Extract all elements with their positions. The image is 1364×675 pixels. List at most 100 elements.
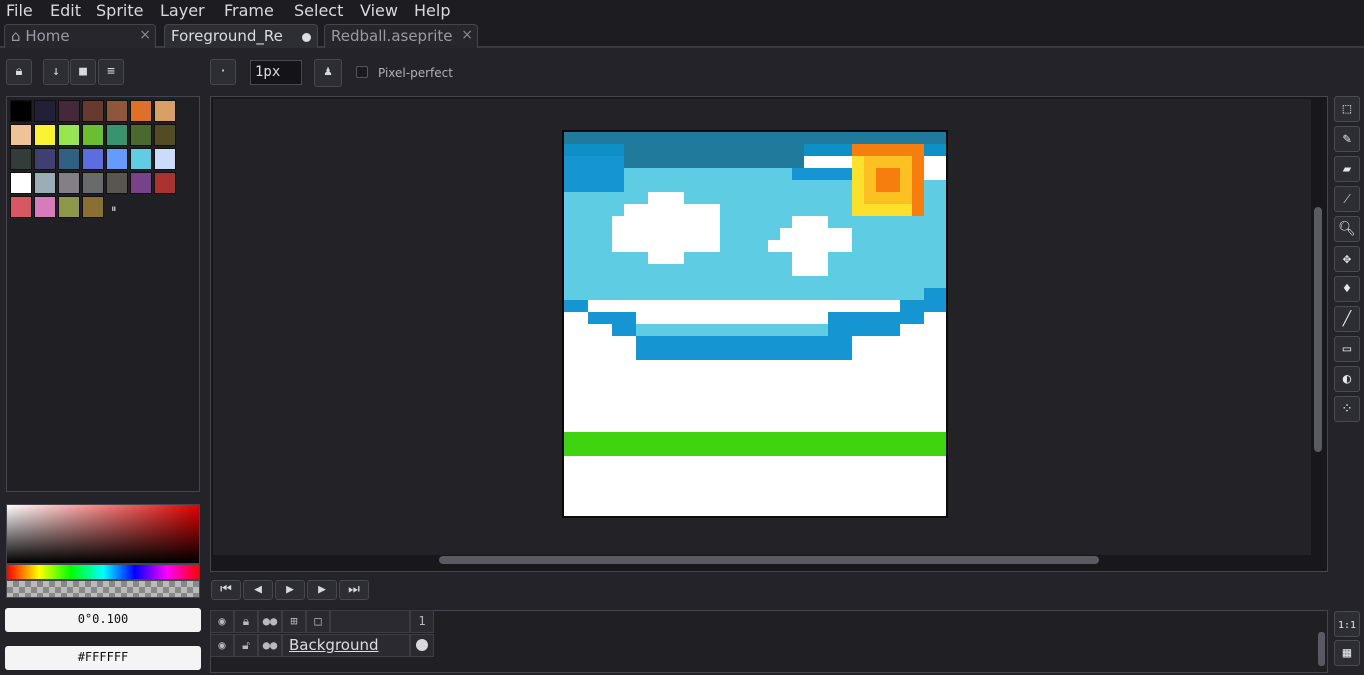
palette-swatch[interactable]	[82, 124, 104, 146]
palette-swatch[interactable]	[130, 172, 152, 194]
rectangle-tool[interactable]: ▭	[1334, 336, 1360, 362]
menu-view[interactable]: View	[360, 1, 398, 20]
brush-size-input[interactable]: 1px	[250, 60, 302, 85]
ink-type-button[interactable]: ♟	[314, 59, 342, 87]
horizontal-scrollbar[interactable]	[439, 556, 1099, 564]
menu-file[interactable]: File	[6, 1, 33, 20]
palette-swatch[interactable]	[10, 124, 32, 146]
palette-swatch[interactable]	[34, 196, 56, 218]
timeline-toggle-button[interactable]: ▦	[1334, 640, 1360, 666]
move-tool[interactable]: ✥	[1334, 246, 1360, 272]
palette-swatch[interactable]	[106, 148, 128, 170]
prev-frame-button[interactable]: ◀	[243, 580, 273, 600]
palette-swatch[interactable]	[58, 124, 80, 146]
lock-header-icon[interactable]: 🔒︎	[234, 610, 258, 633]
pencil-icon: ✎	[1342, 131, 1352, 147]
hex-color-field[interactable]: #FFFFFF	[5, 646, 201, 670]
fill-tool[interactable]: ♦	[1334, 276, 1360, 302]
visibility-header-icon[interactable]: ◉	[210, 610, 234, 633]
palette-swatch[interactable]	[34, 100, 56, 122]
menu-layer[interactable]: Layer	[160, 1, 205, 20]
brush-type-button[interactable]: ·	[210, 59, 236, 85]
palette-swatch[interactable]	[58, 172, 80, 194]
tab-label: Foreground_Re	[171, 27, 283, 45]
close-icon[interactable]: ×	[461, 27, 473, 43]
palette-swatch[interactable]	[10, 196, 32, 218]
palette-swatch[interactable]	[58, 196, 80, 218]
zoom-1-1-button[interactable]: 1:1	[1334, 611, 1360, 637]
palette-swatch[interactable]	[130, 148, 152, 170]
tab-home[interactable]: ⌂ Home ×	[4, 24, 156, 48]
palette-swatch[interactable]	[34, 148, 56, 170]
palette-menu-button[interactable]: ≡	[98, 59, 124, 85]
new-layer-icon[interactable]: □	[306, 610, 330, 633]
cel-frame-1[interactable]	[410, 634, 434, 657]
eyedropper-tool[interactable]: ⁄	[1334, 186, 1360, 212]
layer-visibility-icon[interactable]: ◉	[210, 634, 234, 657]
first-frame-button[interactable]: ⏮	[211, 580, 241, 600]
alpha-slider[interactable]	[6, 580, 200, 598]
palette-sort-button[interactable]: ↓	[43, 59, 69, 85]
palette-swatch[interactable]	[154, 172, 176, 194]
next-frame-button[interactable]: ▶	[307, 580, 337, 600]
palette-swatch[interactable]	[82, 196, 104, 218]
move-icon: ✥	[1342, 251, 1352, 267]
spray-icon: ⁘	[1341, 401, 1353, 417]
vertical-scrollbar[interactable]	[1314, 207, 1322, 452]
layers-group-icon[interactable]: ⊞	[282, 610, 306, 633]
tab-foreground[interactable]: Foreground_Re	[164, 24, 318, 48]
cloud-2c	[792, 216, 828, 276]
play-button[interactable]: ▶	[275, 580, 305, 600]
menu-help[interactable]: Help	[414, 1, 450, 20]
close-icon[interactable]: ×	[139, 27, 151, 43]
palette-lock-button[interactable]: 🔒︎	[6, 59, 32, 85]
palette-swatch[interactable]	[34, 172, 56, 194]
layer-continuous-icon[interactable]: ●●	[258, 634, 282, 657]
color-value-field[interactable]: 0°0.100	[5, 608, 201, 632]
spray-tool[interactable]: ⁘	[1334, 396, 1360, 422]
palette-swatch[interactable]	[154, 100, 176, 122]
pencil-tool[interactable]: ✎	[1334, 126, 1360, 152]
marquee-tool[interactable]: ⬚	[1334, 96, 1360, 122]
palette-swatch[interactable]	[58, 100, 80, 122]
line-tool[interactable]: ╱	[1334, 306, 1360, 332]
palette-resize-handle[interactable]: ⏸︎	[111, 202, 117, 216]
palette-swatch[interactable]	[34, 124, 56, 146]
palette-swatch[interactable]	[106, 100, 128, 122]
last-frame-icon: ⏭	[348, 582, 360, 597]
menu-select[interactable]: Select	[294, 1, 343, 20]
palette-swatch[interactable]	[82, 172, 104, 194]
eraser-tool[interactable]: ▰	[1334, 156, 1360, 182]
palette-swatch[interactable]	[82, 148, 104, 170]
tab-redball[interactable]: Redball.aseprite ×	[324, 24, 478, 48]
menu-edit[interactable]: Edit	[50, 1, 81, 20]
frame-number[interactable]: 1	[410, 610, 434, 633]
continuous-header-icon[interactable]: ●●	[258, 610, 282, 633]
layer-name-background[interactable]: Background	[282, 634, 410, 657]
palette-swatch[interactable]	[130, 124, 152, 146]
zoom-tool[interactable]: 🔍︎	[1334, 216, 1360, 242]
palette-swatch[interactable]	[106, 124, 128, 146]
tab-bar: ⌂ Home × Foreground_Re Redball.aseprite …	[0, 22, 1364, 48]
palette-swatch[interactable]	[130, 100, 152, 122]
palette-swatch[interactable]	[10, 100, 32, 122]
timeline-scrollbar[interactable]	[1318, 632, 1325, 666]
color-spectrum[interactable]	[6, 504, 200, 564]
menu-sprite[interactable]: Sprite	[96, 1, 143, 20]
palette-swatch[interactable]	[106, 172, 128, 194]
palette-swatch[interactable]	[154, 124, 176, 146]
pixel-perfect-checkbox[interactable]	[356, 66, 368, 78]
blur-tool[interactable]: ◐	[1334, 366, 1360, 392]
modified-dot-icon[interactable]	[302, 33, 311, 42]
sprite-canvas[interactable]	[562, 130, 948, 518]
hue-slider[interactable]	[6, 564, 200, 580]
palette-save-button[interactable]: ■	[70, 59, 96, 85]
palette-swatch[interactable]	[154, 148, 176, 170]
palette-swatch[interactable]	[10, 172, 32, 194]
palette-swatch[interactable]	[82, 100, 104, 122]
last-frame-button[interactable]: ⏭	[339, 580, 369, 600]
menu-frame[interactable]: Frame	[224, 1, 274, 20]
palette-swatch[interactable]	[58, 148, 80, 170]
layer-lock-icon[interactable]: 🔓︎	[234, 634, 258, 657]
palette-swatch[interactable]	[10, 148, 32, 170]
